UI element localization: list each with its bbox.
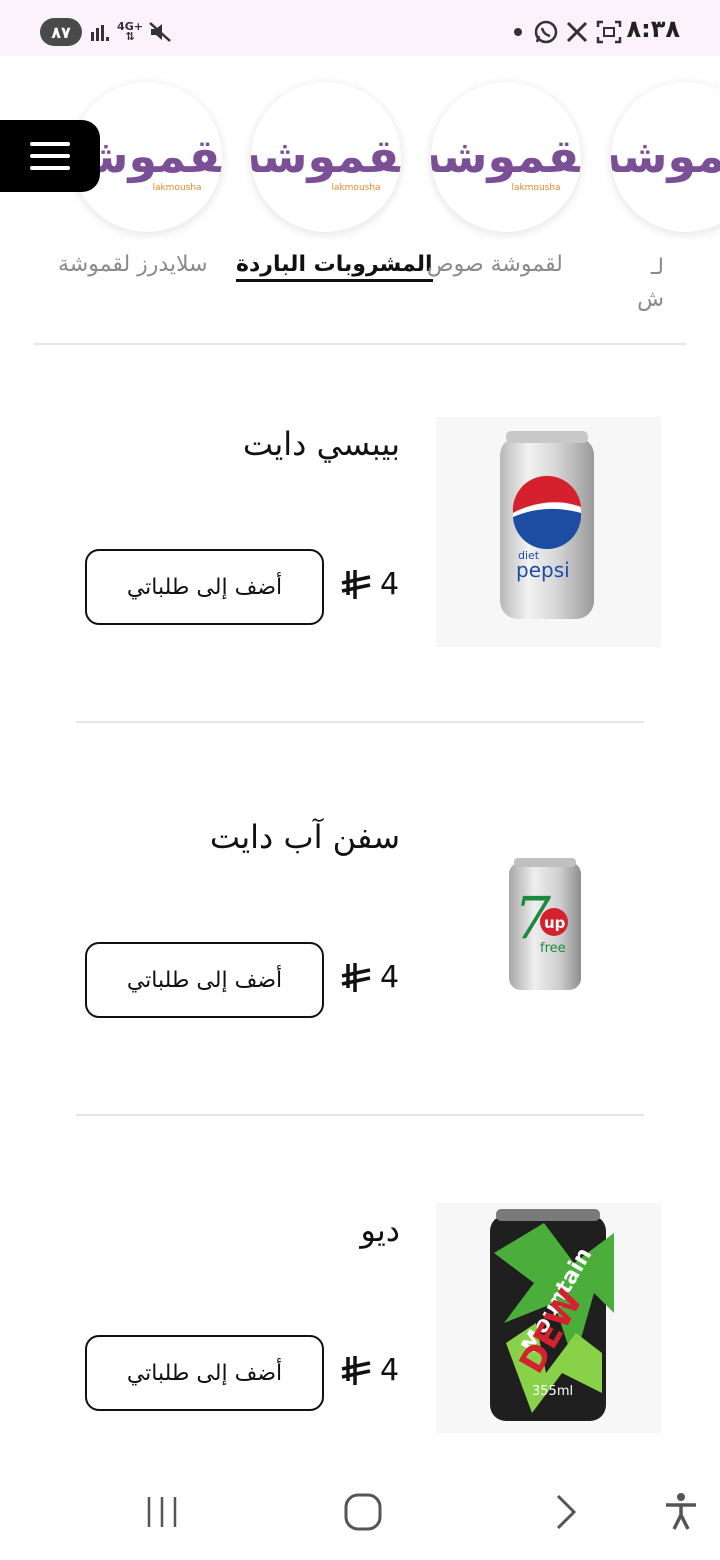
- svg-text:lakmousha: lakmousha: [511, 183, 560, 193]
- product-price: 4: [340, 960, 399, 995]
- product-image: Mountain DEW 355ml: [436, 1203, 661, 1433]
- accessibility-button[interactable]: [651, 1482, 711, 1542]
- svg-text:lakmousha: lakmousha: [152, 183, 201, 193]
- category-item-cold-drinks[interactable]: لقموشه lakmousha: [251, 82, 401, 232]
- accessibility-icon: [666, 1493, 696, 1530]
- hamburger-icon: [30, 142, 70, 146]
- category-label-cold-drinks[interactable]: المشروبات الباردة: [236, 252, 433, 282]
- mute-icon: [148, 18, 172, 46]
- lakmousha-logo: لقموشه lakmousha: [431, 129, 581, 193]
- add-to-order-button[interactable]: أضف إلى طلباتي: [85, 549, 324, 625]
- product-price: 4: [340, 567, 399, 602]
- svg-text:pepsi: pepsi: [516, 558, 570, 582]
- product-card: ديو 4 أضف إلى طلباتي Mountain DEW 355ml: [0, 1203, 720, 1503]
- add-to-order-button[interactable]: أضف إلى طلباتي: [85, 1335, 324, 1411]
- product-divider: [76, 721, 644, 723]
- battery-indicator: ٨٧: [40, 18, 82, 46]
- product-image: diet pepsi: [436, 417, 661, 647]
- home-button[interactable]: [333, 1482, 393, 1542]
- lakmousha-logo: لقموشه lakmousha: [251, 129, 401, 193]
- x-icon: [564, 18, 590, 46]
- section-divider: [34, 343, 686, 345]
- svg-text:lakmousha: lakmousha: [331, 183, 380, 193]
- product-name: سفن آب دايت: [209, 818, 400, 856]
- screenshot-icon: [595, 18, 623, 46]
- product-image: 7 up free: [436, 810, 661, 1040]
- category-item-sauce[interactable]: لقموشه lakmousha: [431, 82, 581, 232]
- back-button[interactable]: [535, 1482, 595, 1542]
- status-bar: ٨٧ 4G+ ⇅ ٨:٣٨: [0, 0, 720, 56]
- category-label-sliders[interactable]: سلايدرز لقموشة: [58, 252, 208, 277]
- mountain-dew-can-image: Mountain DEW 355ml: [490, 1209, 614, 1421]
- product-divider: [76, 1114, 644, 1116]
- clock: ٨:٣٨: [626, 15, 680, 43]
- signal-icon: [90, 18, 112, 46]
- svg-text:up: up: [544, 914, 566, 932]
- network-type-icon: 4G+ ⇅: [117, 20, 143, 43]
- 7up-free-can-image: 7 up free: [509, 858, 581, 990]
- dot-icon: [512, 18, 524, 46]
- category-item-more[interactable]: لقموشه: [611, 82, 720, 232]
- svg-text:لقموشه: لقموشه: [611, 129, 720, 183]
- product-name: ديو: [360, 1211, 400, 1249]
- category-label-more[interactable]: لـ ش: [634, 252, 664, 322]
- svg-text:لقموشه: لقموشه: [251, 129, 401, 183]
- system-navigation-bar: [0, 1460, 720, 1560]
- whatsapp-icon: [532, 18, 560, 46]
- svg-text:لقموشه: لقموشه: [431, 129, 581, 183]
- recents-icon: [147, 1497, 177, 1527]
- product-card: بيبسي دايت 4 أضف إلى طلباتي diet pepsi: [0, 417, 720, 717]
- home-icon: [344, 1493, 382, 1531]
- riyal-currency-icon: [341, 962, 371, 992]
- product-name: بيبسي دايت: [242, 425, 400, 463]
- category-label-sauce[interactable]: لقموشة صوص: [427, 252, 563, 277]
- product-price: 4: [340, 1353, 399, 1388]
- riyal-currency-icon: [341, 569, 371, 599]
- svg-text:free: free: [540, 941, 566, 956]
- diet-pepsi-can-image: diet pepsi: [500, 431, 594, 619]
- svg-text:355ml: 355ml: [532, 1384, 573, 1399]
- menu-button[interactable]: [0, 120, 100, 192]
- product-card: سفن آب دايت 4 أضف إلى طلباتي 7 up free: [0, 810, 720, 1110]
- add-to-order-button[interactable]: أضف إلى طلباتي: [85, 942, 324, 1018]
- riyal-currency-icon: [341, 1355, 371, 1385]
- category-carousel[interactable]: لقموشه lakmousha سلايدرز لقموشة لقموشه l…: [0, 56, 720, 346]
- chevron-right-icon: [556, 1494, 577, 1530]
- lakmousha-logo: لقموشه: [611, 129, 720, 183]
- recents-button[interactable]: [132, 1482, 192, 1542]
